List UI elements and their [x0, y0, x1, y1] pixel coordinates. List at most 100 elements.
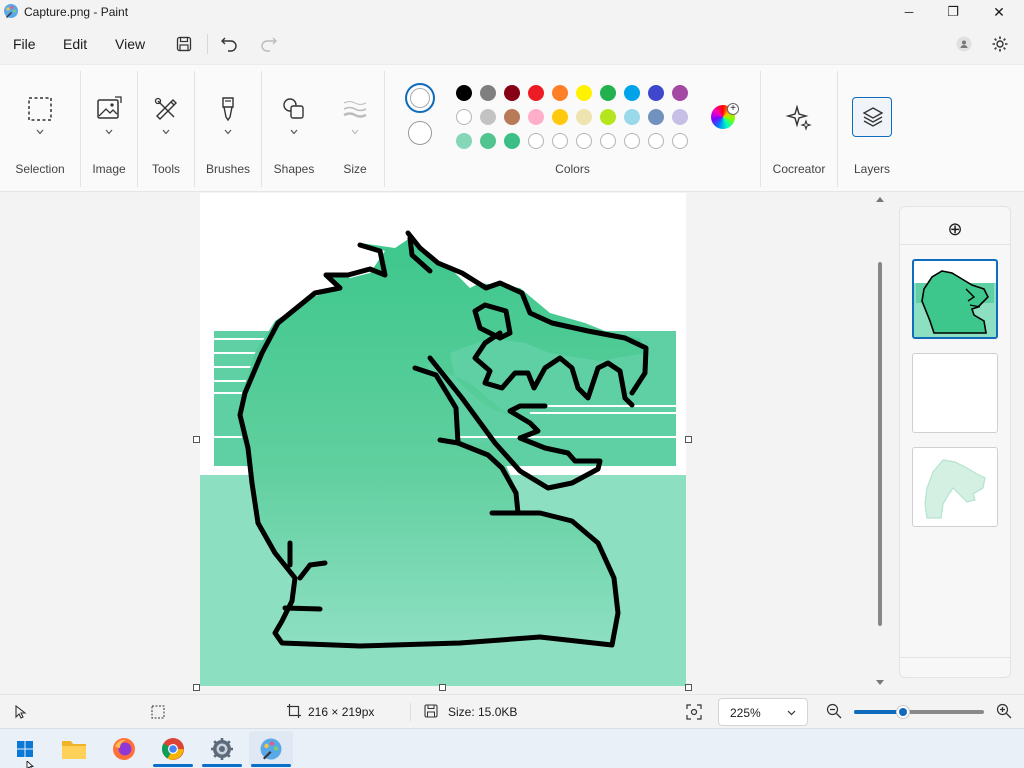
cocreator-group[interactable]: Cocreator — [761, 65, 837, 192]
drawing-canvas[interactable] — [200, 193, 686, 686]
layer-preview — [914, 270, 996, 337]
color-swatch[interactable] — [576, 109, 592, 125]
resize-handle-left[interactable] — [193, 436, 200, 443]
color-swatch[interactable] — [504, 85, 520, 101]
color-swatch[interactable] — [672, 133, 688, 149]
color-swatch[interactable] — [552, 85, 568, 101]
color-swatch[interactable] — [456, 85, 472, 101]
redo-button[interactable] — [255, 32, 283, 56]
resize-handle-bottom[interactable] — [439, 684, 446, 691]
layer-thumbnail-1[interactable] — [912, 259, 998, 339]
menu-view[interactable]: View — [115, 36, 145, 52]
fit-to-window-icon[interactable] — [686, 704, 702, 720]
save-button[interactable] — [170, 32, 198, 56]
colors-label: Colors — [555, 162, 590, 176]
color-swatch[interactable] — [480, 109, 496, 125]
layer-thumbnail-3[interactable] — [912, 447, 998, 527]
layer-thumbnail-2[interactable] — [912, 353, 998, 433]
color-swatch[interactable] — [576, 85, 592, 101]
taskbar-settings[interactable] — [200, 731, 244, 767]
color-swatch[interactable] — [672, 109, 688, 125]
scroll-up-icon — [876, 197, 884, 202]
tools-label: Tools — [151, 162, 180, 176]
color-swatch[interactable] — [648, 85, 664, 101]
color-swatch[interactable] — [624, 133, 640, 149]
color-swatch[interactable] — [552, 109, 568, 125]
menu-bar: File Edit View — [0, 24, 1024, 64]
account-button[interactable] — [950, 32, 978, 56]
color-swatch[interactable] — [624, 109, 640, 125]
menu-edit[interactable]: Edit — [63, 36, 87, 52]
settings-gear-icon — [211, 738, 233, 760]
scrollbar-thumb[interactable] — [878, 262, 882, 626]
size-label: Size — [343, 162, 367, 176]
color-swatch[interactable] — [504, 109, 520, 125]
maximize-button[interactable]: ❐ — [930, 0, 976, 24]
chevron-down-icon — [162, 129, 170, 135]
image-group[interactable]: Image — [81, 65, 137, 192]
selection-label: Selection — [15, 162, 65, 176]
resize-handle-bottom-left[interactable] — [193, 684, 200, 691]
add-color-icon: + — [727, 103, 739, 115]
color-swatch[interactable] — [528, 133, 544, 149]
selection-rect-icon — [28, 97, 52, 121]
chevron-down-icon — [105, 129, 113, 135]
color-swatch[interactable] — [600, 85, 616, 101]
color-swatch[interactable] — [456, 133, 472, 149]
window-title: Capture.png - Paint — [24, 5, 129, 19]
color-swatch[interactable] — [648, 109, 664, 125]
color-swatch[interactable] — [504, 133, 520, 149]
zoom-dropdown[interactable]: 225% — [718, 698, 808, 726]
color-swatch[interactable] — [600, 109, 616, 125]
maximize-icon: ❐ — [947, 4, 959, 19]
undo-button[interactable] — [215, 32, 243, 56]
color-swatch[interactable] — [624, 85, 640, 101]
taskbar-file-explorer[interactable] — [52, 731, 96, 767]
add-layer-button[interactable]: ⊕ — [900, 207, 1010, 245]
color-swatch[interactable] — [528, 85, 544, 101]
color-swatch[interactable] — [456, 109, 472, 125]
title-bar: Capture.png - Paint ─ ❐ ✕ — [0, 0, 1024, 24]
color-swatch[interactable] — [480, 133, 496, 149]
color-swatch[interactable] — [480, 85, 496, 101]
layers-toggle-button[interactable] — [852, 97, 892, 137]
settings-button[interactable] — [986, 32, 1014, 56]
color-swatch[interactable] — [600, 133, 616, 149]
taskbar — [0, 728, 1024, 768]
taskbar-chrome[interactable] — [151, 731, 195, 767]
shapes-group[interactable]: Shapes — [262, 65, 326, 192]
selection-group[interactable]: Selection — [0, 65, 80, 192]
zoom-out-icon[interactable] — [826, 703, 842, 719]
start-button[interactable] — [3, 731, 47, 767]
vertical-scrollbar[interactable] — [876, 196, 884, 686]
menu-file[interactable]: File — [13, 36, 36, 52]
tools-group[interactable]: Tools — [138, 65, 194, 192]
brushes-group[interactable]: Brushes — [195, 65, 261, 192]
resize-handle-right[interactable] — [685, 436, 692, 443]
primary-color-swatch[interactable] — [405, 83, 435, 113]
secondary-color-swatch[interactable] — [408, 121, 432, 145]
image-label: Image — [92, 162, 126, 176]
redo-icon — [261, 37, 277, 52]
resize-handle-bottom-right[interactable] — [685, 684, 692, 691]
color-swatch[interactable] — [672, 85, 688, 101]
color-swatch[interactable] — [552, 133, 568, 149]
layers-group[interactable]: Layers — [838, 65, 906, 192]
gear-icon — [992, 36, 1008, 52]
close-button[interactable]: ✕ — [976, 0, 1022, 24]
size-group[interactable]: Size — [327, 65, 383, 192]
scroll-down-icon — [876, 680, 884, 685]
taskbar-paint[interactable] — [249, 731, 293, 767]
layers-panel: ⊕ — [899, 206, 1011, 678]
zoom-slider[interactable] — [854, 705, 984, 719]
minimize-button[interactable]: ─ — [886, 0, 932, 24]
zoom-in-icon[interactable] — [996, 703, 1012, 719]
menu-divider — [207, 34, 208, 54]
taskbar-firefox[interactable] — [102, 731, 146, 767]
color-swatch[interactable] — [528, 109, 544, 125]
zoom-slider-thumb[interactable] — [896, 705, 911, 719]
color-swatch[interactable] — [648, 133, 664, 149]
status-bar: 216 × 219px Size: 15.0KB 225% — [0, 694, 1024, 728]
color-swatch[interactable] — [576, 133, 592, 149]
brush-icon — [222, 97, 234, 122]
